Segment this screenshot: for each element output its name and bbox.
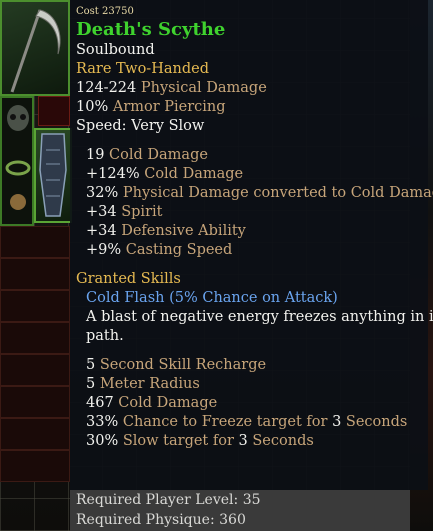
- bonus-stat: 32% Physical Damage converted to Cold Da…: [86, 184, 433, 203]
- armor-slot[interactable]: [34, 128, 72, 223]
- stat-label: Meter Radius: [95, 376, 200, 392]
- stat-value: 3: [238, 433, 248, 449]
- stat-value: +34: [86, 204, 117, 220]
- stat-value: 19: [86, 147, 105, 163]
- required-level: Required Player Level: 35: [76, 490, 404, 510]
- bonus-stat: +34 Defensive Ability: [86, 222, 422, 241]
- base-stat: 124-224 Physical Damage: [76, 79, 422, 98]
- item-speed: Speed: Very Slow: [76, 118, 205, 134]
- base-stat: 10% Armor Piercing: [76, 98, 422, 117]
- required-physique: Required Physique: 360: [76, 510, 404, 530]
- requirement-value: 360: [219, 512, 246, 528]
- amulet-icon: [10, 194, 26, 210]
- skill-name: Cold Flash (5% Chance on Attack): [86, 290, 338, 306]
- inventory-slot[interactable]: [0, 418, 70, 450]
- stat-value: 10%: [76, 99, 109, 115]
- stat-value: 32%: [86, 185, 119, 201]
- stat-label: Casting Speed: [121, 242, 233, 258]
- skill-stat: 5 Second Skill Recharge: [86, 356, 422, 375]
- inventory-slot[interactable]: [0, 354, 70, 386]
- bonus-stat: +124% Cold Damage: [86, 165, 422, 184]
- stat-label: Cold Damage: [113, 395, 218, 411]
- stat-label: Spirit: [116, 204, 163, 220]
- item-cost: Cost 23750: [76, 6, 134, 17]
- skill-stat: 5 Meter Radius: [86, 375, 422, 394]
- ring-slot[interactable]: [0, 96, 34, 226]
- stat-value: +9%: [86, 242, 122, 258]
- bonus-stat: +34 Spirit: [86, 203, 422, 222]
- stat-label: Chance to Freeze target for: [118, 414, 333, 430]
- skill-stat: 467 Cold Damage: [86, 394, 422, 413]
- bonus-stat: +9% Casting Speed: [86, 241, 422, 260]
- skill-description: A blast of negative energy freezes anyth…: [86, 309, 433, 325]
- stat-label: Physical Damage: [136, 80, 267, 96]
- inventory-slot[interactable]: [0, 450, 70, 482]
- granted-skills-header: Granted Skills: [76, 271, 181, 287]
- stat-value: +124%: [86, 166, 140, 182]
- stat-value: 124-224: [76, 80, 137, 96]
- requirement-value: 35: [242, 492, 261, 508]
- stat-label: Physical Damage converted to Cold Damage: [118, 185, 433, 201]
- item-tooltip: Cost 23750 Death's Scythe Soulbound Rare…: [70, 0, 433, 490]
- bonus-stat: 19 Cold Damage: [86, 146, 422, 165]
- stat-value: 33%: [86, 414, 119, 430]
- stat-value: +34: [86, 223, 117, 239]
- item-name: Death's Scythe: [76, 19, 226, 40]
- armor-icon: [39, 133, 67, 217]
- stat-value: 5: [86, 376, 96, 392]
- ring-icon: [5, 160, 31, 176]
- stat-value: 5: [86, 357, 96, 373]
- stat-value: 30%: [86, 433, 119, 449]
- weapon-slot[interactable]: [0, 0, 70, 96]
- requirement-label: Required Physique:: [76, 512, 220, 528]
- inventory-slot[interactable]: [0, 322, 70, 354]
- stat-value: 467: [86, 395, 114, 411]
- stat-label: Cold Damage: [104, 147, 208, 163]
- item-rarity: Rare Two-Handed: [76, 61, 209, 77]
- requirement-label: Required Player Level:: [76, 492, 243, 508]
- stat-value: 3: [332, 414, 342, 430]
- stat-label: Slow target for: [118, 433, 239, 449]
- skill-stat: 33% Chance to Freeze target for 3 Second…: [86, 413, 422, 432]
- stat-label: Cold Damage: [139, 166, 244, 182]
- inventory-slot[interactable]: [0, 386, 70, 418]
- stat-label: Seconds: [341, 414, 408, 430]
- item-binding: Soulbound: [76, 42, 155, 58]
- inventory-slot[interactable]: [0, 290, 70, 322]
- stat-label: Defensive Ability: [116, 223, 246, 239]
- scythe-icon: [10, 9, 61, 93]
- skill-stat: 30% Slow target for 3 Seconds: [86, 432, 422, 451]
- inventory-slot[interactable]: [0, 226, 70, 258]
- requirements-panel: Required Player Level: 35 Required Physi…: [70, 490, 410, 531]
- stat-label: Armor Piercing: [108, 99, 226, 115]
- relic-slot[interactable]: [38, 96, 70, 126]
- inventory-slot[interactable]: [0, 258, 70, 290]
- skill-description: path.: [86, 328, 124, 344]
- stat-label: Seconds: [247, 433, 314, 449]
- stat-label: Second Skill Recharge: [95, 357, 267, 373]
- skull-icon: [7, 105, 29, 131]
